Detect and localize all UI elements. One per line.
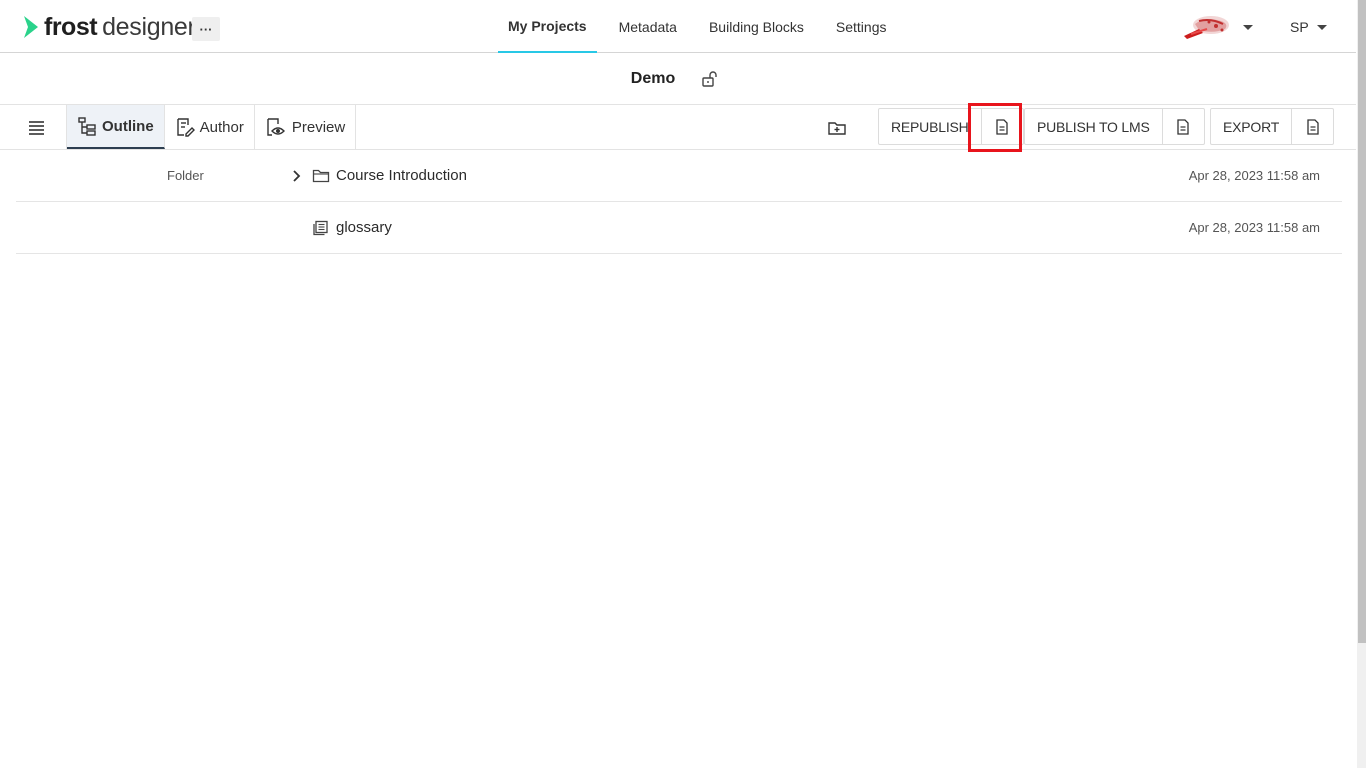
list-item[interactable]: Folder Course Introduction Apr 28, 2023 …: [16, 150, 1342, 202]
item-type: Folder: [167, 168, 204, 183]
more-options-button[interactable]: ···: [192, 17, 220, 41]
publish-lms-button-group: PUBLISH TO LMS: [1024, 108, 1205, 145]
new-folder-icon[interactable]: [827, 119, 847, 137]
export-log-button[interactable]: [1291, 109, 1333, 144]
project-title: Demo: [630, 70, 676, 87]
nav-building-blocks[interactable]: Building Blocks: [699, 0, 814, 53]
highlight-box: [968, 103, 1022, 152]
item-date: Apr 28, 2023 11:58 am: [1188, 220, 1320, 235]
tab-outline[interactable]: Outline: [67, 105, 165, 149]
unlock-icon[interactable]: [701, 70, 719, 88]
logo-chevron-icon: [24, 16, 38, 38]
republish-button[interactable]: REPUBLISH: [879, 109, 981, 144]
preview-icon: [267, 118, 285, 136]
tab-label: Outline: [102, 117, 154, 135]
logo-text-frost: frost: [44, 12, 98, 41]
scrollbar-thumb[interactable]: [1358, 0, 1366, 643]
item-name[interactable]: Course Introduction: [336, 167, 467, 184]
chevron-down-icon: [1243, 24, 1253, 30]
organization-switcher[interactable]: [1181, 10, 1253, 44]
project-header: Demo: [0, 54, 1356, 105]
document-icon: [1177, 118, 1189, 135]
author-icon: [176, 118, 195, 137]
document-icon: [1306, 118, 1319, 135]
main-nav: My Projects Metadata Building Blocks Set…: [498, 0, 909, 53]
chevron-right-icon[interactable]: [291, 168, 303, 184]
nav-metadata[interactable]: Metadata: [609, 0, 687, 53]
glossary-icon: [313, 220, 328, 236]
view-tabs: Outline Author Preview: [66, 105, 357, 149]
publish-to-lms-button[interactable]: PUBLISH TO LMS: [1025, 109, 1162, 144]
menu-icon[interactable]: [27, 119, 47, 137]
list-item[interactable]: glossary Apr 28, 2023 11:58 am: [16, 202, 1342, 254]
item-name[interactable]: glossary: [336, 219, 392, 236]
chevron-down-icon: [1316, 24, 1327, 30]
frost-designer-logo[interactable]: frost designer: [22, 12, 196, 42]
organization-logo-icon: [1184, 16, 1229, 39]
tab-preview[interactable]: Preview: [255, 105, 357, 149]
top-navigation-bar: frost designer ··· My Projects Metadata …: [0, 0, 1356, 53]
outline-list: Folder Course Introduction Apr 28, 2023 …: [16, 150, 1342, 254]
tab-label: Preview: [291, 118, 346, 136]
logo-text-designer: designer: [102, 12, 196, 41]
folder-icon: [312, 169, 330, 183]
publish-lms-log-button[interactable]: [1161, 109, 1204, 144]
nav-settings[interactable]: Settings: [826, 0, 897, 53]
export-button[interactable]: EXPORT: [1211, 109, 1291, 144]
tab-label: Author: [199, 118, 244, 136]
user-menu[interactable]: SP: [1290, 19, 1327, 35]
export-button-group: EXPORT: [1210, 108, 1335, 145]
outline-icon: [78, 117, 96, 136]
nav-my-projects[interactable]: My Projects: [498, 0, 597, 53]
user-initials: SP: [1290, 19, 1309, 35]
project-toolbar: Outline Author Preview REPUBLISH PUBLISH…: [0, 105, 1356, 150]
tab-author[interactable]: Author: [165, 105, 255, 149]
item-date: Apr 28, 2023 11:58 am: [1188, 168, 1320, 183]
